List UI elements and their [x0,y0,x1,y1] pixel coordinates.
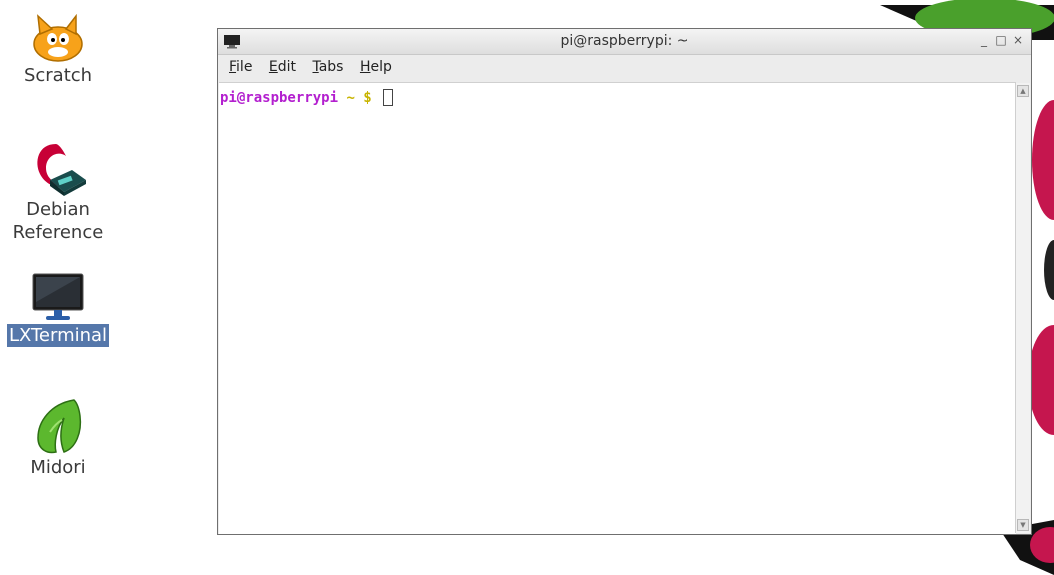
maximize-button[interactable]: □ [994,33,1008,47]
monitor-icon [32,273,84,320]
midori-leaf-icon [37,399,82,454]
menu-mnemonic: F [229,59,237,75]
desktop-icon-midori[interactable]: Midori [3,398,113,479]
desktop-icon-label: Scratch [23,65,93,86]
terminal-output-area[interactable]: pi@raspberrypi ~ $ [219,82,1016,534]
menu-label-rest: abs [318,59,344,75]
close-button[interactable]: × [1011,33,1025,47]
text-cursor [383,89,394,106]
menu-edit[interactable]: Edit [263,56,302,75]
scroll-down-icon[interactable]: ▼ [1017,519,1029,531]
menu-label-rest: dit [277,59,297,75]
menu-bar: File Edit Tabs Help [218,56,1031,81]
menu-label-rest: ile [236,59,253,75]
vertical-scrollbar[interactable]: ▲ ▼ [1015,83,1030,533]
prompt-path: ~ $ [338,90,372,106]
desktop-icon-label: Debian [26,199,90,220]
prompt-user-host: pi@raspberrypi [220,90,339,106]
terminal-window[interactable]: pi@raspberrypi: ~ _ □ × File Edit Tabs H… [217,28,1032,535]
desktop-icon-label: Midori [30,457,86,478]
menu-label-rest: elp [370,59,392,75]
desktop-icon-scratch[interactable]: Scratch [3,14,113,87]
shell-prompt: pi@raspberrypi ~ $ [220,89,394,106]
debian-reference-icon [37,144,86,196]
desktop-icon-label-line2: Reference [12,222,104,243]
scratch-cat-icon [33,14,83,62]
window-titlebar[interactable]: pi@raspberrypi: ~ _ □ × [218,29,1031,55]
desktop-icon-label: LXTerminal [6,324,110,347]
desktop-icon-lxterminal[interactable]: LXTerminal [3,272,113,347]
menu-mnemonic: E [268,59,278,75]
menu-tabs[interactable]: Tabs [306,56,349,75]
window-title: pi@raspberrypi: ~ [560,33,689,49]
menu-mnemonic: H [359,59,371,75]
desktop-icon-debian-reference[interactable]: Debian Reference [3,140,113,244]
minimize-button[interactable]: _ [977,33,991,47]
menu-help[interactable]: Help [354,56,398,75]
scroll-up-icon[interactable]: ▲ [1017,85,1029,97]
menu-file[interactable]: File [218,56,258,75]
